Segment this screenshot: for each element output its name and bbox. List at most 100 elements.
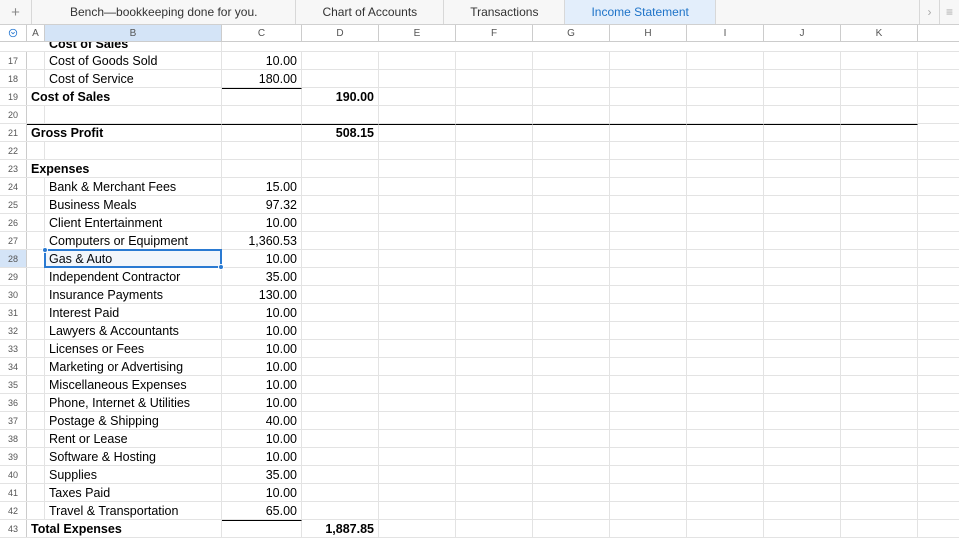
- cell[interactable]: [379, 250, 456, 267]
- cell[interactable]: [27, 214, 45, 231]
- cell-label[interactable]: Marketing or Advertising: [45, 358, 222, 375]
- cell[interactable]: [764, 142, 841, 159]
- cell[interactable]: [379, 178, 456, 195]
- cell[interactable]: [610, 160, 687, 177]
- cell-value-d[interactable]: [302, 52, 379, 69]
- cell-value-c[interactable]: 10.00: [222, 448, 302, 465]
- cell[interactable]: [610, 520, 687, 537]
- cell[interactable]: [27, 70, 45, 87]
- cell[interactable]: [533, 322, 610, 339]
- cell[interactable]: [533, 466, 610, 483]
- cell[interactable]: [687, 394, 764, 411]
- cell[interactable]: [841, 196, 918, 213]
- cell[interactable]: [841, 250, 918, 267]
- cell[interactable]: [456, 70, 533, 87]
- cell-value-d[interactable]: [302, 502, 379, 519]
- row-header[interactable]: 41: [0, 484, 27, 501]
- cell-label[interactable]: Cost of Sales: [45, 42, 222, 51]
- cell[interactable]: [533, 484, 610, 501]
- cell[interactable]: [533, 430, 610, 447]
- cell-label[interactable]: Gross Profit: [27, 124, 222, 141]
- cell-label[interactable]: [45, 142, 222, 159]
- cell[interactable]: [610, 358, 687, 375]
- row-header[interactable]: 23: [0, 160, 27, 177]
- cell[interactable]: [610, 88, 687, 105]
- cell[interactable]: [610, 502, 687, 519]
- cell[interactable]: [687, 160, 764, 177]
- cell[interactable]: [379, 484, 456, 501]
- cell[interactable]: [456, 106, 533, 123]
- cell[interactable]: [456, 88, 533, 105]
- cell[interactable]: [456, 358, 533, 375]
- cell[interactable]: [610, 178, 687, 195]
- row-header[interactable]: 32: [0, 322, 27, 339]
- cell[interactable]: [610, 142, 687, 159]
- cell[interactable]: [764, 520, 841, 537]
- cell[interactable]: [841, 142, 918, 159]
- cell-value-c[interactable]: 1,360.53: [222, 232, 302, 249]
- cell-value-c[interactable]: [222, 520, 302, 537]
- row-header[interactable]: 17: [0, 52, 27, 69]
- cell[interactable]: [27, 448, 45, 465]
- row-header[interactable]: 43: [0, 520, 27, 537]
- cell[interactable]: [456, 484, 533, 501]
- cell-label[interactable]: Interest Paid: [45, 304, 222, 321]
- cell[interactable]: [841, 448, 918, 465]
- cell-label[interactable]: Software & Hosting: [45, 448, 222, 465]
- cell[interactable]: [456, 286, 533, 303]
- tab-scroll-right-button[interactable]: ›: [919, 0, 939, 24]
- cell[interactable]: [27, 322, 45, 339]
- cell[interactable]: [841, 52, 918, 69]
- cell-value-d[interactable]: [302, 196, 379, 213]
- cell-value-c[interactable]: [222, 160, 302, 177]
- cell-value-d[interactable]: [302, 232, 379, 249]
- cell[interactable]: [841, 322, 918, 339]
- cell[interactable]: [456, 232, 533, 249]
- cell[interactable]: [687, 448, 764, 465]
- row-header[interactable]: 31: [0, 304, 27, 321]
- cell[interactable]: [841, 520, 918, 537]
- cell[interactable]: [27, 286, 45, 303]
- col-header-C[interactable]: C: [222, 25, 302, 41]
- cell-value-d[interactable]: [302, 466, 379, 483]
- cell[interactable]: [687, 520, 764, 537]
- spreadsheet-grid[interactable]: Cost of Sales17Cost of Goods Sold10.0018…: [0, 42, 959, 538]
- row-header[interactable]: 37: [0, 412, 27, 429]
- cell[interactable]: [379, 430, 456, 447]
- cell[interactable]: [27, 178, 45, 195]
- cell[interactable]: [610, 268, 687, 285]
- cell-label[interactable]: Miscellaneous Expenses: [45, 376, 222, 393]
- cell[interactable]: [841, 124, 918, 141]
- cell[interactable]: [610, 376, 687, 393]
- cell[interactable]: [379, 340, 456, 357]
- cell-label[interactable]: Taxes Paid: [45, 484, 222, 501]
- cell[interactable]: [533, 520, 610, 537]
- cell[interactable]: [27, 430, 45, 447]
- cell[interactable]: [379, 88, 456, 105]
- cell-value-c[interactable]: [222, 142, 302, 159]
- cell[interactable]: [379, 160, 456, 177]
- cell[interactable]: [610, 70, 687, 87]
- cell[interactable]: [379, 520, 456, 537]
- cell-value-d[interactable]: [302, 376, 379, 393]
- cell[interactable]: [533, 394, 610, 411]
- cell-value-d[interactable]: [302, 358, 379, 375]
- cell-value-c[interactable]: 15.00: [222, 178, 302, 195]
- cell-value-c[interactable]: [222, 106, 302, 123]
- row-header[interactable]: 24: [0, 178, 27, 195]
- cell-value-d[interactable]: 1,887.85: [302, 520, 379, 537]
- cell[interactable]: [841, 214, 918, 231]
- cell-label[interactable]: Independent Contractor: [45, 268, 222, 285]
- cell[interactable]: [764, 394, 841, 411]
- cell[interactable]: [533, 196, 610, 213]
- cell[interactable]: [456, 250, 533, 267]
- cell[interactable]: [764, 106, 841, 123]
- cell[interactable]: [841, 304, 918, 321]
- tab-chart-of-accounts[interactable]: Chart of Accounts: [296, 0, 444, 24]
- cell[interactable]: [379, 502, 456, 519]
- cell-value-d[interactable]: [302, 250, 379, 267]
- cell-label[interactable]: Bank & Merchant Fees: [45, 178, 222, 195]
- row-header[interactable]: 29: [0, 268, 27, 285]
- col-header-F[interactable]: F: [456, 25, 533, 41]
- cell[interactable]: [456, 394, 533, 411]
